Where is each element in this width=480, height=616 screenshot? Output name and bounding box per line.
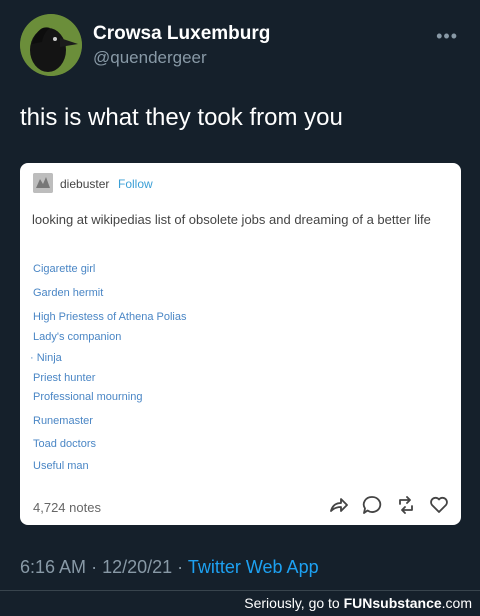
list-item: Professional mourning [33,391,143,403]
list-item: Cigarette girl [33,263,96,275]
list-item: Lady's companion [33,331,122,343]
list-item: Toad doctors [33,438,96,450]
tweet-date[interactable]: 12/20/21 [102,557,172,577]
watermark-text: Seriously, go to FUNsubstance.com [244,595,472,611]
like-icon [429,495,449,520]
display-name[interactable]: Crowsa Luxemburg [93,23,270,45]
source-app-link[interactable]: Twitter Web App [188,557,319,577]
blog-avatar-icon [33,173,53,193]
list-item: Garden hermit [33,287,104,299]
blog-name: diebuster [60,177,110,191]
meta-separator: · [177,557,184,577]
watermark-bar: Seriously, go to FUNsubstance.com [0,591,480,616]
avatar[interactable] [20,14,82,76]
watermark-suffix: .com [441,595,472,611]
user-handle[interactable]: @quendergeer [93,48,207,68]
share-icon [329,495,349,520]
blog-avatar [33,173,53,193]
watermark-brand: FUNsubstance [343,595,442,611]
list-item: Priest hunter [33,372,96,384]
list-item: · Ninja [30,352,62,364]
reply-icon [362,495,382,520]
tweet-meta: 6:16 AM · 12/20/21 · Twitter Web App [20,557,319,578]
meta-separator: · [91,557,98,577]
notes-count: 4,724 notes [33,500,101,515]
list-item: Useful man [33,460,89,472]
watermark-prefix: Seriously, go to [244,595,340,611]
follow-link: Follow [118,177,153,191]
tweet-time[interactable]: 6:16 AM [20,557,86,577]
reblog-icon [396,495,416,520]
crow-icon [20,14,82,76]
tweet-header: Crowsa Luxemburg @quendergeer ••• [20,10,460,80]
tweet-text: this is what they took from you [20,104,343,131]
post-body: looking at wikipedias list of obsolete j… [32,212,431,227]
list-item: Runemaster [33,415,93,427]
tumblr-post-screenshot: diebuster Follow looking at wikipedias l… [20,163,461,525]
list-item: High Priestess of Athena Polias [33,311,187,323]
more-options-icon[interactable]: ••• [436,26,458,47]
post-actions [320,495,449,520]
